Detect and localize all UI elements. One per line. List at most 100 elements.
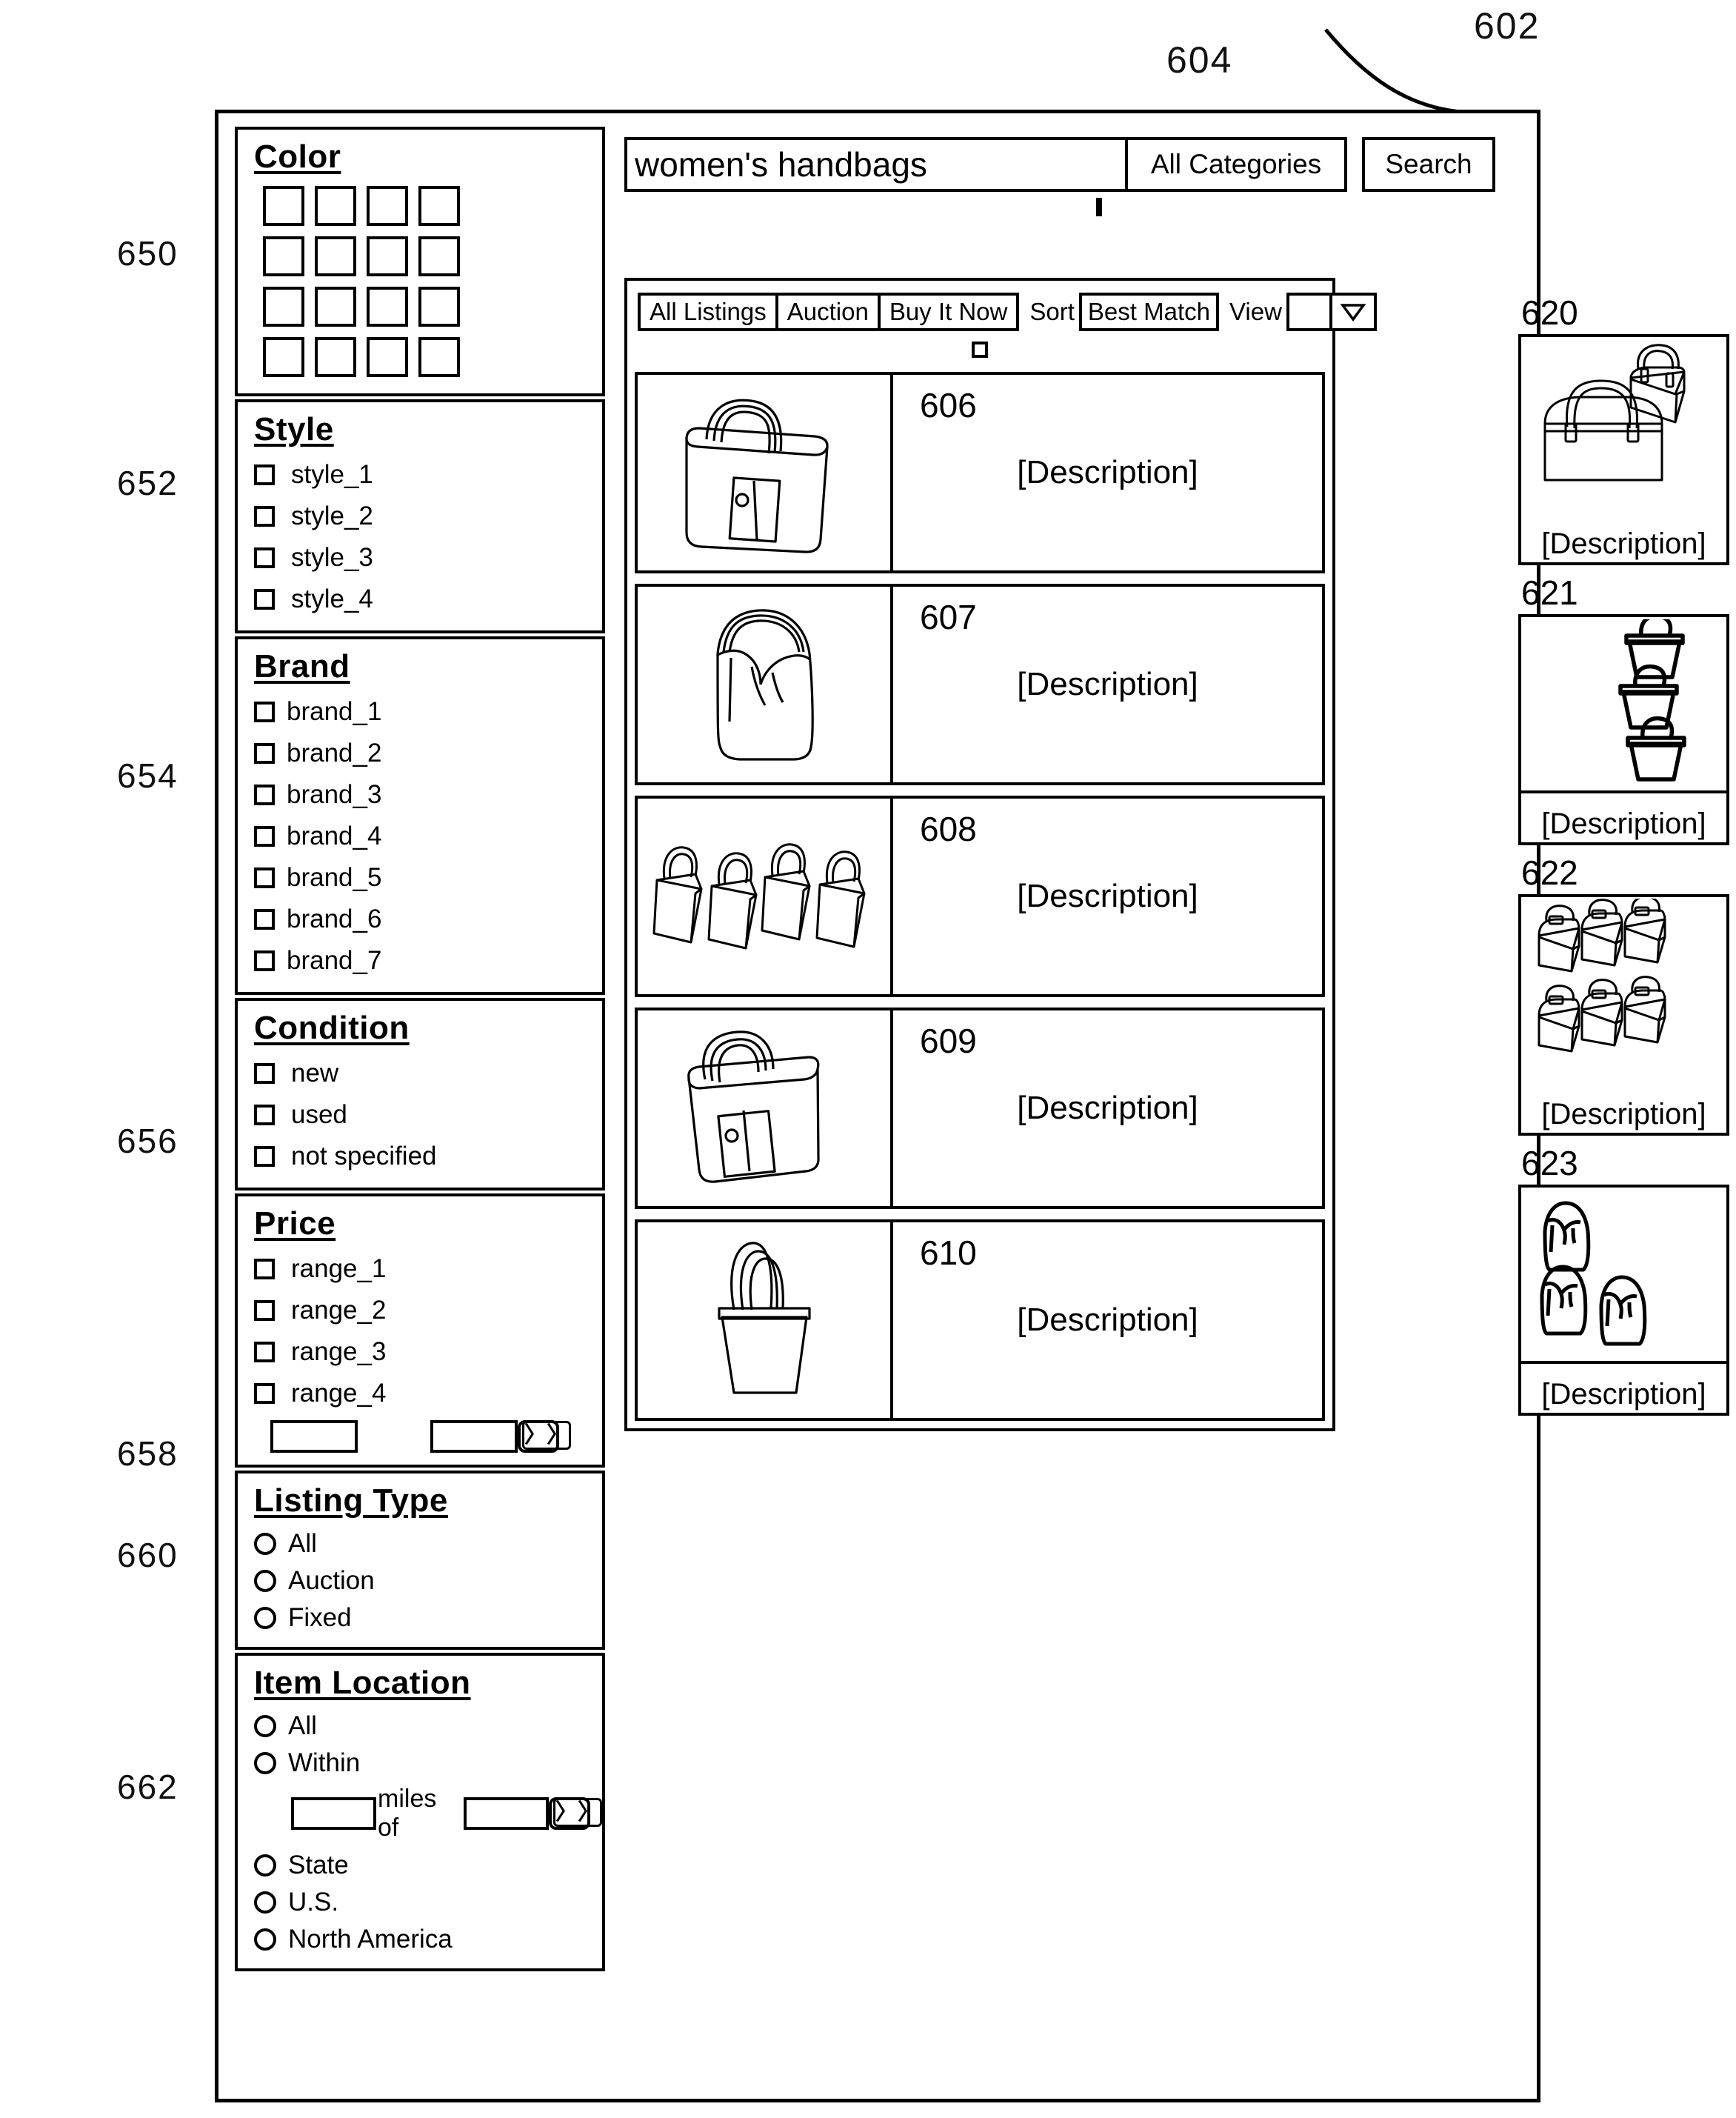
radio-icon[interactable] bbox=[254, 1891, 276, 1914]
checkbox-icon[interactable] bbox=[254, 1300, 275, 1321]
color-swatch[interactable] bbox=[315, 337, 356, 377]
recommendation-item[interactable]: 620 [Description] bbox=[1518, 293, 1729, 565]
item-location-option[interactable]: Within bbox=[254, 1745, 590, 1782]
distance-input[interactable] bbox=[291, 1797, 377, 1830]
brand-option[interactable]: brand_7 bbox=[254, 940, 590, 982]
style-option[interactable]: style_3 bbox=[254, 537, 590, 579]
search-button[interactable]: Search bbox=[1362, 137, 1495, 192]
checkbox-icon[interactable] bbox=[254, 1342, 275, 1362]
color-swatch[interactable] bbox=[263, 236, 304, 276]
color-swatch[interactable] bbox=[418, 337, 460, 377]
color-swatch[interactable] bbox=[315, 236, 356, 276]
tab-buy-it-now[interactable]: Buy It Now bbox=[880, 296, 1017, 328]
category-select[interactable]: All Categories bbox=[1128, 137, 1347, 192]
recommendation-item[interactable]: 622 [Description] bbox=[1518, 853, 1729, 1136]
checkbox-icon[interactable] bbox=[254, 909, 275, 930]
listing-row[interactable]: 610 [Description] bbox=[635, 1219, 1325, 1421]
color-swatch[interactable] bbox=[418, 236, 460, 276]
checkbox-icon[interactable] bbox=[254, 1063, 275, 1084]
checkbox-icon[interactable] bbox=[254, 826, 275, 847]
radio-icon[interactable] bbox=[254, 1533, 276, 1555]
location-go-button[interactable]: 〉〉 bbox=[549, 1797, 602, 1830]
price-option[interactable]: range_4 bbox=[254, 1373, 590, 1414]
item-location-option[interactable]: All bbox=[254, 1708, 590, 1745]
color-swatch[interactable] bbox=[367, 287, 408, 327]
brand-option[interactable]: brand_3 bbox=[254, 774, 590, 816]
listing-row[interactable]: 609 [Description] bbox=[635, 1008, 1325, 1209]
checkbox-icon[interactable] bbox=[254, 1383, 275, 1404]
radio-icon[interactable] bbox=[254, 1854, 276, 1876]
checkbox-icon[interactable] bbox=[254, 1105, 275, 1125]
tab-all-listings[interactable]: All Listings bbox=[641, 296, 778, 328]
style-option[interactable]: style_1 bbox=[254, 454, 590, 496]
radio-icon[interactable] bbox=[254, 1928, 276, 1951]
listing-type-option[interactable]: Fixed bbox=[254, 1599, 590, 1636]
brand-option[interactable]: brand_6 bbox=[254, 899, 590, 940]
color-swatch[interactable] bbox=[315, 186, 356, 226]
color-swatch[interactable] bbox=[263, 337, 304, 377]
price-go-button[interactable]: 〉〉 bbox=[518, 1420, 571, 1453]
item-location-option[interactable]: State bbox=[254, 1847, 590, 1884]
listing-row[interactable]: 607 [Description] bbox=[635, 584, 1325, 785]
listing-type-option[interactable]: All bbox=[254, 1525, 590, 1562]
price-option[interactable]: range_1 bbox=[254, 1248, 590, 1290]
brand-option[interactable]: brand_2 bbox=[254, 733, 590, 774]
checkbox-icon[interactable] bbox=[254, 1146, 275, 1167]
color-swatch[interactable] bbox=[263, 186, 304, 226]
condition-option[interactable]: used bbox=[254, 1094, 590, 1136]
view-select[interactable] bbox=[1286, 293, 1377, 331]
recommendation-item[interactable]: 621 [Description] bbox=[1518, 573, 1729, 845]
price-option[interactable]: range_2 bbox=[254, 1290, 590, 1331]
recommendation-card[interactable]: [Description] bbox=[1518, 894, 1729, 1136]
checkbox-icon[interactable] bbox=[254, 464, 275, 485]
condition-option[interactable]: new bbox=[254, 1053, 590, 1094]
listing-row[interactable]: 608 [Description] bbox=[635, 796, 1325, 997]
listing-type-option[interactable]: Auction bbox=[254, 1562, 590, 1599]
sort-select[interactable]: Best Match bbox=[1078, 293, 1219, 331]
recommendation-card[interactable]: [Description] bbox=[1518, 1185, 1729, 1416]
price-option[interactable]: range_3 bbox=[254, 1331, 590, 1373]
radio-icon[interactable] bbox=[254, 1752, 276, 1774]
radio-icon[interactable] bbox=[254, 1570, 276, 1592]
chevron-down-icon[interactable] bbox=[1332, 296, 1374, 328]
location-input[interactable] bbox=[463, 1797, 549, 1830]
radio-icon[interactable] bbox=[254, 1715, 276, 1737]
recommendation-item[interactable]: 623 [Description] bbox=[1518, 1143, 1729, 1416]
brand-option[interactable]: brand_4 bbox=[254, 816, 590, 857]
condition-option[interactable]: not specified bbox=[254, 1136, 590, 1177]
checkbox-icon[interactable] bbox=[254, 589, 275, 610]
style-option[interactable]: style_2 bbox=[254, 496, 590, 537]
price-min-input[interactable] bbox=[270, 1420, 358, 1453]
color-swatch[interactable] bbox=[367, 337, 408, 377]
color-swatch[interactable] bbox=[315, 287, 356, 327]
item-location-option[interactable]: U.S. bbox=[254, 1884, 590, 1921]
checkbox-icon[interactable] bbox=[254, 1259, 275, 1279]
checkbox-icon[interactable] bbox=[254, 547, 275, 568]
brand-option-label: brand_7 bbox=[287, 946, 382, 975]
condition-filter-panel: Condition new used not specified bbox=[235, 998, 605, 1190]
radio-icon[interactable] bbox=[254, 1607, 276, 1629]
recommendation-card[interactable]: [Description] bbox=[1518, 334, 1729, 565]
checkbox-icon[interactable] bbox=[254, 743, 275, 764]
tab-auction[interactable]: Auction bbox=[778, 296, 881, 328]
checkbox-icon[interactable] bbox=[254, 702, 275, 722]
color-swatch[interactable] bbox=[418, 186, 460, 226]
listing-row[interactable]: 606 [Description] bbox=[635, 372, 1325, 573]
price-max-input[interactable] bbox=[430, 1420, 518, 1453]
checkbox-icon[interactable] bbox=[254, 867, 275, 888]
style-option[interactable]: style_4 bbox=[254, 579, 590, 620]
color-swatch[interactable] bbox=[367, 236, 408, 276]
checkbox-icon[interactable] bbox=[254, 785, 275, 805]
color-swatch[interactable] bbox=[367, 186, 408, 226]
color-swatch[interactable] bbox=[418, 287, 460, 327]
checkbox-icon[interactable] bbox=[254, 506, 275, 527]
style-filter-panel: Style style_1 style_2 style_3 style_4 bbox=[235, 399, 605, 633]
brand-option[interactable]: brand_5 bbox=[254, 857, 590, 899]
brand-option[interactable]: brand_1 bbox=[254, 691, 590, 733]
checkbox-icon[interactable] bbox=[254, 950, 275, 971]
color-swatch[interactable] bbox=[263, 287, 304, 327]
search-input[interactable]: women's handbags bbox=[624, 137, 1128, 192]
price-range-inputs: 〉〉 bbox=[270, 1420, 590, 1453]
item-location-option[interactable]: North America bbox=[254, 1921, 590, 1958]
recommendation-card[interactable]: [Description] bbox=[1518, 614, 1729, 845]
